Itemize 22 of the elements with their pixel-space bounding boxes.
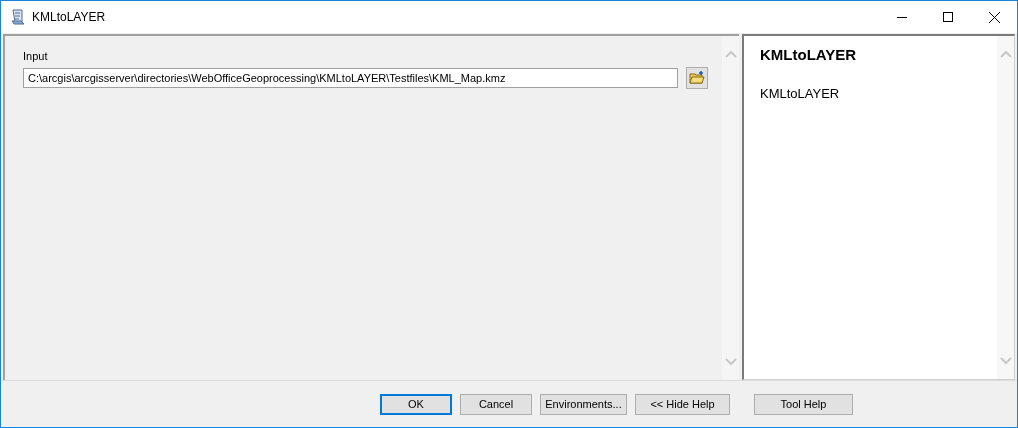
scroll-up-icon[interactable] <box>999 50 1012 58</box>
scroll-down-icon[interactable] <box>724 358 737 366</box>
close-icon <box>988 11 1000 23</box>
scrollbar[interactable] <box>997 36 1014 379</box>
dialog-button[interactable]: Tool Help <box>754 393 853 415</box>
input-field[interactable]: C:\arcgis\arcgisserver\directories\WebOfficeGeoprocessing\KMLtoLAYER\Testfiles\KML_Map.kmz <box>23 67 678 88</box>
scroll-up-icon[interactable] <box>724 50 737 58</box>
dialog-button[interactable]: Environments... <box>540 393 627 415</box>
help-title: KMLtoLAYER <box>760 45 858 65</box>
open-folder-button[interactable] <box>686 66 708 89</box>
dialog-button[interactable]: << Hide Help <box>635 393 730 415</box>
window-title: KMLtoLAYER <box>32 9 106 26</box>
maximize-icon <box>943 12 953 22</box>
folder-icon <box>689 70 705 85</box>
scroll-down-icon[interactable] <box>999 357 1012 365</box>
dialog-button[interactable]: Cancel <box>460 393 532 415</box>
minimize-icon <box>897 16 907 18</box>
help-text: KMLtoLAYER <box>760 84 841 103</box>
dialog-button[interactable]: OK <box>380 393 452 415</box>
input-label: Input <box>23 49 49 64</box>
scroll-icon <box>11 9 25 25</box>
scrollbar[interactable] <box>722 36 739 380</box>
